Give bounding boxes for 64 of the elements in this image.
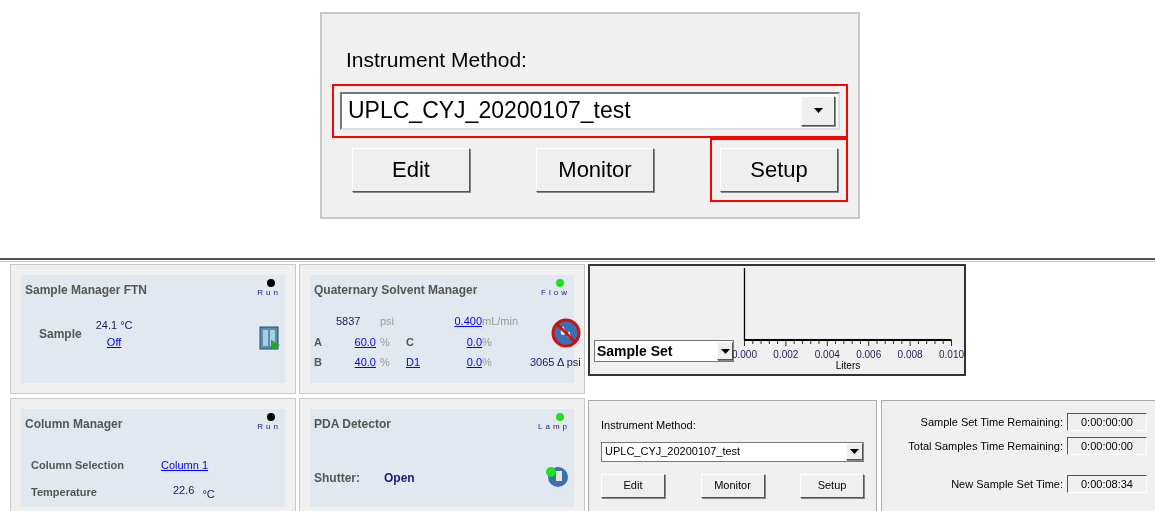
unit-label: % [482,355,493,370]
unit-label: °C [202,486,215,502]
no-flow-icon [550,318,581,348]
axis-tick-label: 0.004 [814,349,840,360]
method-dropdown[interactable]: UPLC_CYJ_20200107_test [340,91,840,130]
method-button[interactable]: Edit [601,473,665,498]
solvent-select-link[interactable]: D1 [406,354,432,371]
solvent-percent-link[interactable]: 0.0 [432,354,482,371]
field-label: Shutter: [314,470,360,487]
solvent-label: C [406,334,415,350]
method-dropdown[interactable]: UPLC_CYJ_20200107_test [601,441,864,462]
field-label: Temperature [31,484,98,500]
temperature-value: 24.1 °C [95,318,133,333]
axis-tick-label: 0.002 [773,349,799,360]
sample-tray-icon [259,326,281,350]
unit-label: % [380,334,391,350]
time-value-field: 0:00:00:00 [1067,413,1147,431]
temperature-value: 22.6 [173,482,195,498]
axis-title: Liters [835,360,861,371]
field-label: Instrument Method: [601,418,697,433]
field-label: Instrument Method: [346,47,528,73]
flow-rate-link[interactable]: 0.400 [432,313,482,330]
solvent-percent-link[interactable]: 60.0 [336,333,380,350]
time-label: Sample Set Time Remaining: [920,414,1063,430]
time-value-field: 0:00:00:00 [1067,437,1147,455]
solvent-label: A [314,334,323,350]
module-title: Quaternary Solvent Manager [314,282,478,299]
time-label: New Sample Set Time: [951,476,1063,492]
time-value-field: 0:00:08:34 [1067,475,1147,493]
unit-label: % [482,334,493,350]
dropdown-arrow-icon [850,449,859,454]
dropdown-arrow-icon [720,348,730,354]
module-title: Column Manager [25,416,123,433]
solvent-percent-link[interactable]: 40.0 [336,354,380,371]
axis-tick-label: 0.008 [897,349,923,360]
unit-label: psi [380,314,396,329]
delta-pressure-value: 3065 Δ psi [530,355,581,370]
pressure-value: 5837 [336,314,362,329]
axis-tick-label: 0.010 [939,349,965,360]
method-button[interactable]: Setup [720,147,838,192]
status-label: Flow [541,287,570,299]
dropdown-arrow-icon [813,108,823,113]
lamp-icon [544,465,570,487]
method-button[interactable]: Monitor [536,147,654,192]
sample-set-dropdown[interactable]: Sample Set [594,340,734,362]
temperature-control-link[interactable]: Off [106,333,122,350]
status-label: Run [257,421,281,433]
field-label: Sample [39,325,82,343]
field-label: Column Selection [31,458,125,473]
shutter-value: Open [384,470,415,487]
method-button[interactable]: Monitor [700,473,765,498]
solvent-percent-link[interactable]: 0.0 [432,333,482,350]
unit-label: mL/min [482,314,520,329]
status-label: Run [257,287,281,299]
axis-tick-label: 0.006 [856,349,882,360]
unit-label: % [380,355,391,370]
module-title: Sample Manager FTN [25,282,148,299]
column-select-link[interactable]: Column 1 [161,457,281,474]
status-label: Lamp [538,421,570,433]
method-button[interactable]: Edit [352,147,470,192]
module-title: PDA Detector [314,416,391,433]
time-label: Total Samples Time Remaining: [908,438,1063,454]
method-button[interactable]: Setup [800,473,864,498]
solvent-label: B [314,355,323,370]
